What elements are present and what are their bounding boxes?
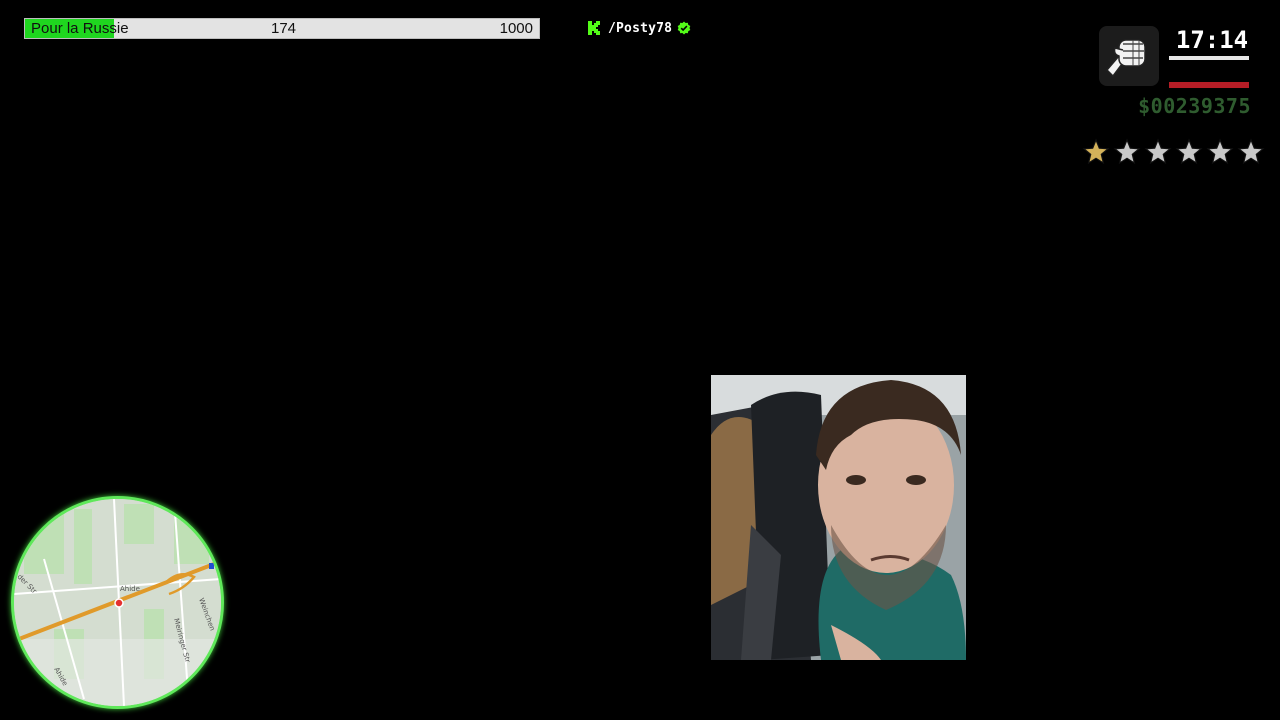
armor-bar [1169, 56, 1249, 60]
game-clock: 17:14 [1175, 26, 1249, 54]
minimap: Ahide Ahide der Str Meiringer Str Weinch… [11, 496, 224, 709]
wanted-star-icon [1144, 138, 1172, 165]
channel-name: /Posty78 [608, 20, 673, 36]
wanted-star-icon [1113, 138, 1141, 165]
wanted-level-stars [1082, 138, 1265, 166]
wanted-star-icon [1175, 138, 1203, 165]
channel-tag: /Posty78 [586, 19, 691, 37]
donation-goal-target: 1000 [499, 20, 533, 37]
kick-logo-icon [586, 20, 602, 36]
donation-goal-current: 174 [271, 20, 297, 37]
verified-badge-icon [677, 21, 691, 35]
wanted-star-icon [1237, 138, 1265, 165]
donation-goal-label: Pour la Russie [31, 20, 129, 37]
donation-goal-bar: Pour la Russie 174 1000 [24, 18, 540, 39]
fist-icon [1099, 26, 1159, 86]
health-bar [1169, 82, 1249, 88]
wanted-star-icon [1206, 138, 1234, 165]
minimap-street-label: Ahide [120, 585, 140, 593]
money-counter: $00239375 [1138, 94, 1251, 118]
webcam-feed [711, 375, 966, 660]
wanted-star-active-icon [1082, 138, 1110, 165]
